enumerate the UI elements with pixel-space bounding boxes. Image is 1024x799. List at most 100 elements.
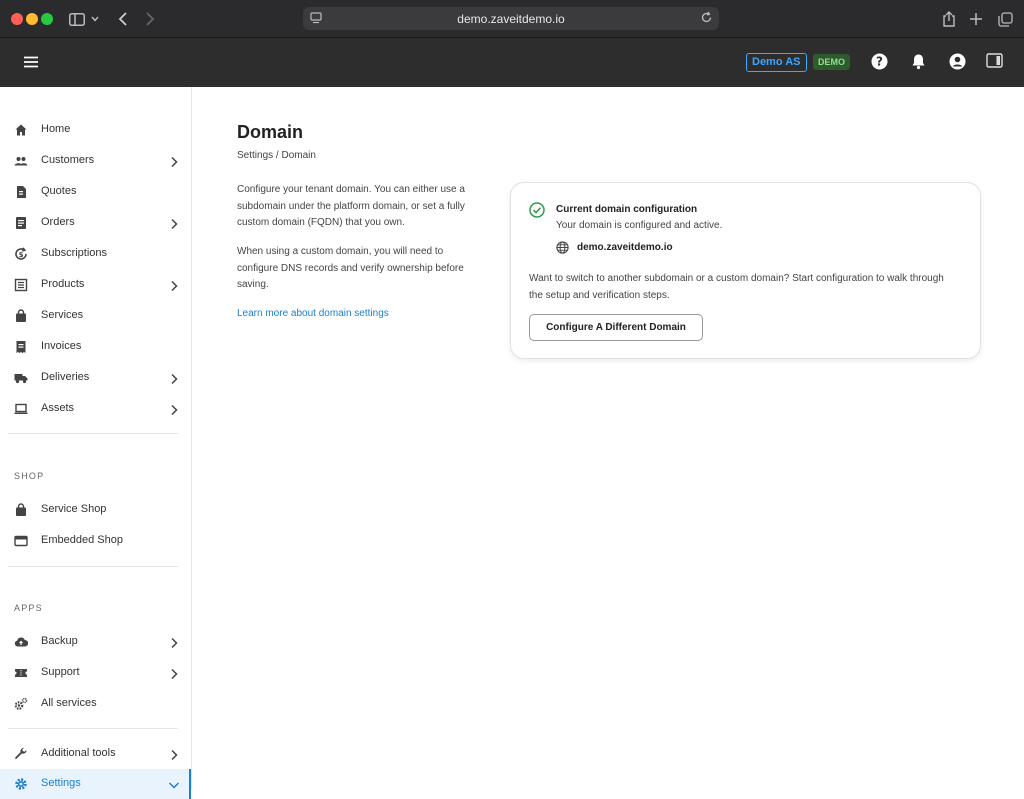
chevron-right-icon: [168, 217, 180, 230]
svg-text:?: ?: [876, 55, 883, 69]
embed-icon: [14, 534, 28, 548]
notifications-bell-icon[interactable]: [910, 53, 928, 71]
chevron-right-icon: [168, 279, 180, 292]
sidebar-item-embedded-shop[interactable]: Embedded Shop: [0, 526, 191, 556]
current-domain-value: demo.zaveitdemo.io: [577, 242, 673, 253]
check-circle-icon: [529, 202, 545, 218]
sidebar-item-service-shop[interactable]: Service Shop: [0, 495, 191, 525]
share-icon[interactable]: [939, 9, 959, 29]
sidebar-item-label: Customers: [41, 154, 95, 166]
sidebar-item-label: Orders: [41, 216, 75, 228]
domain-status-text: Your domain is configured and active.: [556, 220, 723, 231]
sidebar-item-all-services[interactable]: All services: [0, 689, 191, 719]
sidebar-item-label: Quotes: [41, 185, 77, 197]
invoice-icon: [14, 340, 28, 354]
window-minimize-button[interactable]: [26, 13, 38, 25]
current-domain-card: Current domain configuration Your domain…: [510, 182, 981, 359]
sidebar-item-quotes[interactable]: Quotes: [0, 177, 191, 207]
sidebar-item-orders[interactable]: Orders: [0, 208, 191, 238]
sidebar-item-products[interactable]: Products: [0, 270, 191, 300]
learn-more-link[interactable]: Learn more about domain settings: [237, 308, 389, 319]
sidebar-item-backup[interactable]: Backup: [0, 627, 191, 657]
sidebar-item-label: Subscriptions: [41, 247, 108, 259]
address-bar[interactable]: demo.zaveitdemo.io: [303, 7, 719, 30]
site-settings-icon[interactable]: [310, 12, 322, 27]
gears-icon: [14, 697, 28, 711]
sidebar-item-customers[interactable]: Customers: [0, 146, 191, 176]
truck-icon: [14, 371, 28, 385]
sidebar-item-label: Invoices: [41, 340, 82, 352]
back-icon[interactable]: [113, 9, 133, 29]
chevron-right-icon: [168, 667, 180, 680]
page-title: Domain: [237, 122, 304, 142]
sidebar-divider: [8, 433, 178, 434]
bag-icon: [14, 309, 28, 323]
side-panel-icon[interactable]: [986, 53, 1004, 71]
sidebar-item-label: Service Shop: [41, 503, 107, 515]
svg-text:$: $: [19, 251, 24, 259]
sidebar-item-home[interactable]: Home: [0, 115, 191, 145]
chevron-down-icon: [168, 778, 180, 790]
reload-icon[interactable]: [700, 11, 713, 27]
sidebar-item-label: Deliveries: [41, 371, 90, 383]
globe-icon: [556, 241, 569, 254]
sidebar-item-settings[interactable]: Settings: [0, 769, 191, 799]
chevron-right-icon: [168, 403, 180, 416]
breadcrumb: Settings / Domain: [237, 150, 316, 161]
sidebar-section-shop: SHOP: [14, 471, 45, 481]
sidebar-divider: [8, 566, 178, 567]
sidebar-item-label: Support: [41, 666, 80, 678]
environment-badge: DEMO: [813, 54, 850, 70]
quote-doc-icon: [14, 185, 28, 199]
chevron-right-icon: [168, 372, 180, 385]
window-close-button[interactable]: [11, 13, 23, 25]
sidebar-item-additional-tools[interactable]: Additional tools: [0, 739, 191, 769]
sidebar-section-apps: APPS: [14, 603, 43, 613]
domain-description: Configure your tenant domain. You can ei…: [237, 184, 465, 228]
browser-toolbar: demo.zaveitdemo.io: [0, 0, 1024, 38]
sidebar-item-label: Products: [41, 278, 85, 290]
sidebar-item-label: Settings: [41, 777, 81, 789]
configure-different-domain-button[interactable]: Configure A Different Domain: [529, 314, 703, 341]
main-content: Domain Settings / Domain Configure your …: [192, 87, 1024, 789]
sidebar-item-label: Backup: [41, 635, 78, 647]
chevron-right-icon: [168, 155, 180, 168]
forward-icon[interactable]: [140, 9, 160, 29]
window-zoom-button[interactable]: [41, 13, 53, 25]
bag-icon: [14, 503, 28, 517]
chevron-right-icon: [168, 748, 180, 761]
chevron-down-icon[interactable]: [88, 9, 102, 29]
sidebar-toggle-icon[interactable]: [67, 9, 87, 29]
ticket-icon: [14, 666, 28, 680]
sidebar: Home Customers Quotes Orders $ Subscript…: [0, 87, 192, 799]
sidebar-divider: [8, 728, 178, 729]
sidebar-item-invoices[interactable]: Invoices: [0, 332, 191, 362]
cloud-upload-icon: [14, 635, 29, 649]
card-title: Current domain configuration: [556, 204, 698, 215]
sidebar-item-assets[interactable]: Assets: [0, 394, 191, 424]
sidebar-item-support[interactable]: Support: [0, 658, 191, 688]
url-text: demo.zaveitdemo.io: [457, 11, 565, 26]
sidebar-item-label: Additional tools: [41, 747, 116, 759]
tenant-switcher-button[interactable]: Demo AS: [746, 53, 807, 72]
subscriptions-icon: $: [14, 247, 28, 261]
sidebar-item-deliveries[interactable]: Deliveries: [0, 363, 191, 393]
switch-domain-text: Want to switch to another subdomain or a…: [529, 273, 944, 301]
laptop-icon: [14, 402, 28, 416]
sidebar-item-label: Home: [41, 123, 71, 135]
sidebar-item-subscriptions[interactable]: $ Subscriptions: [0, 239, 191, 269]
sidebar-item-label: All services: [41, 697, 97, 709]
products-icon: [14, 278, 28, 292]
sidebar-item-label: Assets: [41, 402, 75, 414]
help-icon[interactable]: ?: [871, 53, 889, 71]
sidebar-item-services[interactable]: Services: [0, 301, 191, 331]
people-icon: [14, 154, 28, 168]
chevron-right-icon: [168, 636, 180, 649]
hamburger-menu-icon[interactable]: [22, 53, 40, 71]
wrench-icon: [14, 747, 28, 761]
custom-domain-note: When using a custom domain, you will nee…: [237, 246, 464, 290]
tab-overview-icon[interactable]: [995, 9, 1015, 29]
order-doc-icon: [14, 216, 28, 230]
new-tab-icon[interactable]: [966, 9, 986, 29]
user-account-icon[interactable]: [949, 53, 967, 71]
